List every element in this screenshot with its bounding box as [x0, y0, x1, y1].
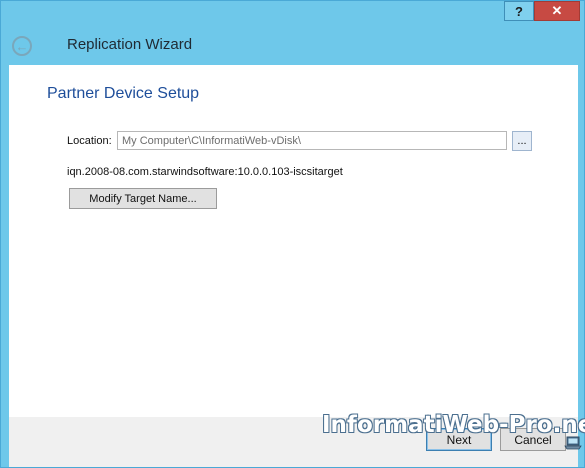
modify-target-name-button[interactable]: Modify Target Name... — [69, 188, 217, 209]
browse-button[interactable]: ... — [512, 131, 532, 151]
location-input[interactable] — [117, 131, 507, 150]
help-button[interactable]: ? — [504, 1, 534, 21]
wizard-content: Partner Device Setup Location: ... iqn.2… — [9, 65, 578, 417]
location-label: Location: — [67, 135, 112, 147]
wizard-title: Replication Wizard — [67, 36, 193, 53]
target-iqn-text: iqn.2008-08.com.starwindsoftware:10.0.0.… — [67, 166, 343, 178]
wizard-header: ← Replication Wizard — [1, 23, 584, 65]
title-bar: ? ✕ — [1, 1, 584, 23]
page-title: Partner Device Setup — [47, 85, 200, 102]
laptop-icon — [564, 436, 582, 450]
watermark-text: InformatiWeb-Pro.net — [322, 412, 585, 438]
back-arrow-icon[interactable]: ← — [12, 36, 32, 56]
close-button[interactable]: ✕ — [534, 1, 580, 21]
wizard-window: ? ✕ ← Replication Wizard Partner Device … — [0, 0, 585, 468]
